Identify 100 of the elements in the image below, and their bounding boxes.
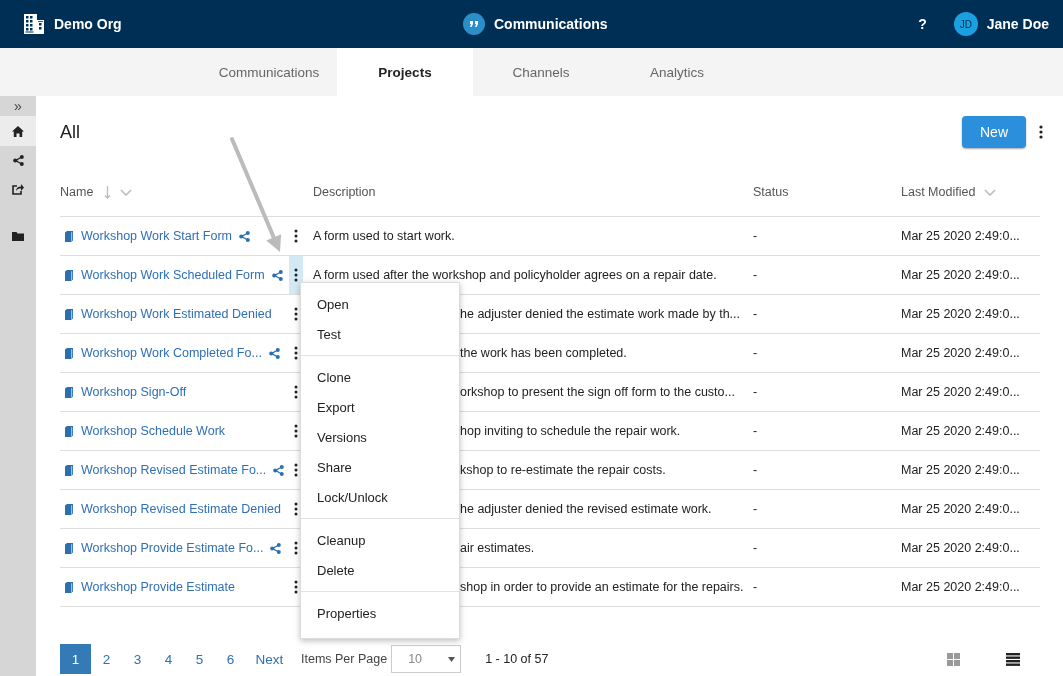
menu-item[interactable]: Clone bbox=[301, 362, 459, 392]
status-text: - bbox=[753, 502, 758, 516]
status-text: - bbox=[753, 268, 758, 282]
project-link[interactable]: Workshop Revised Estimate Denied bbox=[81, 502, 281, 516]
book-icon bbox=[65, 464, 73, 476]
page-link[interactable]: 2 bbox=[91, 644, 122, 674]
folder-icon bbox=[12, 231, 24, 241]
page-link[interactable]: 1 bbox=[60, 644, 91, 674]
nav-tab[interactable]: Analytics bbox=[609, 48, 745, 96]
row-menu-button[interactable] bbox=[289, 256, 303, 294]
nav-tab[interactable]: Channels bbox=[473, 48, 609, 96]
share-icon[interactable] bbox=[268, 347, 280, 359]
menu-item[interactable]: Export bbox=[301, 392, 459, 422]
book-icon bbox=[65, 308, 73, 320]
book-icon bbox=[65, 581, 73, 593]
more-options-icon[interactable] bbox=[1039, 125, 1043, 139]
items-per-page-select[interactable]: 10 bbox=[391, 645, 462, 673]
page-link[interactable]: 3 bbox=[122, 644, 153, 674]
building-icon bbox=[23, 14, 45, 34]
column-header[interactable]: Description bbox=[313, 185, 376, 199]
new-button[interactable]: New bbox=[962, 116, 1026, 148]
status-text: - bbox=[753, 541, 758, 555]
page-link[interactable]: 5 bbox=[184, 644, 215, 674]
date-text: Mar 25 2020 2:49:0... bbox=[901, 580, 1020, 594]
menu-item[interactable]: Test bbox=[301, 319, 459, 349]
kebab-icon bbox=[294, 385, 298, 399]
column-header[interactable]: Name bbox=[60, 185, 94, 199]
quote-icon bbox=[463, 13, 485, 35]
org-name[interactable]: Demo Org bbox=[54, 16, 122, 32]
menu-item[interactable]: Properties bbox=[301, 598, 459, 628]
page-link[interactable]: 4 bbox=[153, 644, 184, 674]
menu-item[interactable]: Open bbox=[301, 289, 459, 319]
share-icon[interactable] bbox=[238, 230, 250, 242]
date-text: Mar 25 2020 2:49:0... bbox=[901, 424, 1020, 438]
status-text: - bbox=[753, 580, 758, 594]
status-text: - bbox=[753, 385, 758, 399]
date-text: Mar 25 2020 2:49:0... bbox=[901, 541, 1020, 555]
menu-item[interactable]: Lock/Unlock bbox=[301, 482, 459, 512]
date-text: Mar 25 2020 2:49:0... bbox=[901, 346, 1020, 360]
date-text: Mar 25 2020 2:49:0... bbox=[901, 502, 1020, 516]
description-text: he adjuster denied the estimate work made by th... bbox=[460, 307, 741, 321]
project-link[interactable]: Workshop Schedule Work bbox=[81, 424, 226, 438]
share-icon bbox=[12, 155, 24, 166]
kebab-icon bbox=[294, 502, 298, 516]
app-title: Communications bbox=[494, 16, 608, 32]
kebab-icon bbox=[294, 463, 298, 477]
status-text: - bbox=[753, 307, 758, 321]
share-icon[interactable] bbox=[270, 542, 282, 554]
description-text: shop in order to provide an estimate for the repairs. bbox=[460, 580, 744, 594]
kebab-icon bbox=[294, 424, 298, 438]
menu-item[interactable]: Delete bbox=[301, 555, 459, 585]
kebab-icon bbox=[294, 268, 298, 282]
help-icon[interactable]: ? bbox=[918, 16, 927, 32]
status-text: - bbox=[753, 346, 758, 360]
nav-tab[interactable]: Projects bbox=[337, 48, 473, 96]
project-link[interactable]: Workshop Provide Estimate bbox=[81, 580, 235, 594]
kebab-icon bbox=[294, 541, 298, 555]
description-text: air estimates. bbox=[460, 541, 535, 555]
menu-item[interactable]: Versions bbox=[301, 422, 459, 452]
grid-view-icon[interactable] bbox=[947, 652, 960, 666]
project-link[interactable]: Workshop Revised Estimate Fo... bbox=[81, 463, 267, 477]
column-header[interactable]: Last Modified bbox=[901, 185, 976, 199]
user-avatar[interactable]: JD bbox=[953, 12, 978, 36]
description-text: the work has been completed. bbox=[460, 346, 627, 360]
next-link[interactable]: Next bbox=[246, 644, 297, 674]
description-text: he adjuster denied the revised estimate work. bbox=[460, 502, 712, 516]
page-link[interactable]: 6 bbox=[215, 644, 246, 674]
book-icon bbox=[65, 503, 73, 515]
description-text: hop inviting to schedule the repair work. bbox=[460, 424, 681, 438]
list-view-icon[interactable] bbox=[1006, 652, 1020, 666]
home-nav-item[interactable] bbox=[0, 116, 36, 146]
share-icon[interactable] bbox=[273, 464, 285, 476]
description-text: A form used after the workshop and policyholder agrees on a repair date. bbox=[313, 268, 717, 282]
project-link[interactable]: Workshop Work Scheduled Form bbox=[81, 268, 265, 282]
range-text: 1 - 10 of 57 bbox=[485, 652, 549, 666]
column-header[interactable]: Status bbox=[753, 185, 789, 199]
user-name[interactable]: Jane Doe bbox=[986, 16, 1049, 32]
status-text: - bbox=[753, 463, 758, 477]
kebab-icon bbox=[294, 307, 298, 321]
expand-toggle[interactable]: » bbox=[0, 96, 36, 116]
description-text: kshop to re-estimate the repair costs. bbox=[460, 463, 666, 477]
project-link[interactable]: Workshop Work Completed Fo... bbox=[81, 346, 262, 360]
date-text: Mar 25 2020 2:49:0... bbox=[901, 463, 1020, 477]
book-icon bbox=[65, 230, 73, 242]
book-icon bbox=[65, 425, 73, 437]
nav-tab[interactable]: Communications bbox=[201, 48, 337, 96]
project-link[interactable]: Workshop Work Estimated Denied bbox=[81, 307, 272, 321]
project-link[interactable]: Workshop Work Start Form bbox=[81, 229, 232, 243]
export-icon bbox=[12, 184, 24, 195]
date-text: Mar 25 2020 2:49:0... bbox=[901, 229, 1020, 243]
share-icon[interactable] bbox=[271, 269, 283, 281]
project-link[interactable]: Workshop Provide Estimate Fo... bbox=[81, 541, 264, 555]
status-text: - bbox=[753, 229, 758, 243]
page-title: All bbox=[60, 121, 81, 143]
project-link[interactable]: Workshop Sign-Off bbox=[81, 385, 187, 399]
book-icon bbox=[65, 269, 73, 281]
menu-item[interactable]: Share bbox=[301, 452, 459, 482]
home-icon bbox=[12, 125, 24, 137]
description-text: A form used to start work. bbox=[313, 229, 455, 243]
menu-item[interactable]: Cleanup bbox=[301, 525, 459, 555]
